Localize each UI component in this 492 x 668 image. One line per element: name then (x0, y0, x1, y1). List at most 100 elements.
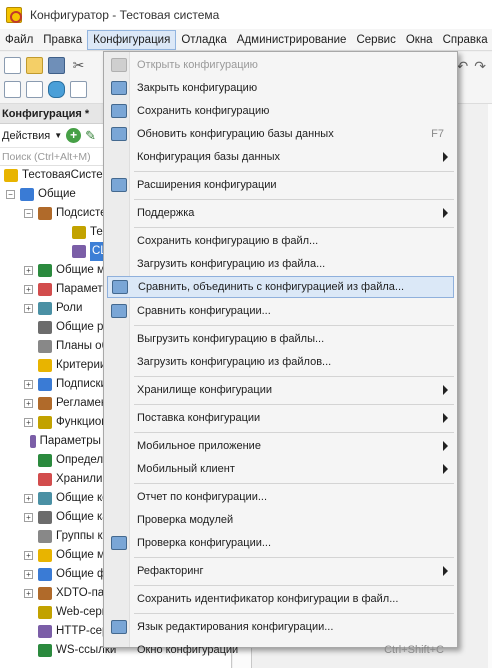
menu-item[interactable]: Сравнить конфигурации... (107, 300, 454, 322)
menu-separator (134, 325, 454, 326)
expand-toggle-icon[interactable]: + (24, 285, 33, 294)
menu-item-label: Язык редактирования конфигурации... (137, 621, 334, 633)
menu-item[interactable]: Расширения конфигурации (107, 174, 454, 196)
menu-item[interactable]: Конфигурация (87, 29, 177, 50)
menu-item-label: Сравнить конфигурации... (137, 305, 271, 317)
properties-icon[interactable] (70, 81, 87, 98)
close-config-icon (111, 81, 127, 95)
menu-item-shortcut: F7 (431, 128, 444, 140)
new-document-icon[interactable] (4, 57, 21, 74)
submenu-arrow-icon (443, 208, 448, 218)
extensions-icon (111, 178, 127, 192)
tree-node-label: Общие (38, 188, 76, 200)
menu-item-label: Мобильное приложение (137, 440, 261, 452)
menu-separator (134, 227, 454, 228)
configuration-menu: Открыть конфигурацию Закрыть конфигурацию… (103, 51, 458, 656)
menu-item[interactable]: Хранилище конфигурации (107, 379, 454, 401)
menu-item-label: Расширения конфигурации (137, 179, 277, 191)
menu-item[interactable]: Отладка (176, 30, 231, 50)
expand-toggle-icon[interactable]: − (24, 209, 33, 218)
menu-item-label: Открыть конфигурацию (137, 59, 258, 71)
common-attributes-icon (38, 321, 52, 334)
fo-params-icon (29, 435, 36, 448)
menu-item-label: Закрыть конфигурацию (137, 82, 258, 94)
menu-separator (134, 557, 454, 558)
menu-item[interactable]: Правка (38, 30, 87, 50)
menu-item[interactable]: Конфигурация базы данных (107, 146, 454, 168)
menu-item[interactable]: Закрыть конфигурацию (107, 77, 454, 99)
menu-item-label: Загрузить конфигурацию из файла... (137, 258, 326, 270)
expand-toggle-icon[interactable]: + (24, 589, 33, 598)
expand-toggle-icon[interactable]: − (6, 190, 15, 199)
menu-item[interactable]: Поддержка (107, 202, 454, 224)
filter-criteria-icon (38, 359, 52, 372)
menu-item[interactable]: Администрирование (232, 30, 352, 50)
xdto-icon (38, 587, 52, 600)
redo-icon[interactable]: ↷ (474, 58, 486, 75)
expand-toggle-icon[interactable]: + (24, 304, 33, 313)
menu-item-label: Хранилище конфигурации (137, 384, 272, 396)
menu-item[interactable]: Окно конфигурации Ctrl+Shift+C (107, 639, 454, 661)
menu-item[interactable]: Обновить конфигурацию базы данных F7 (107, 123, 454, 145)
expand-toggle-icon[interactable]: + (24, 266, 33, 275)
defined-types-icon (38, 454, 52, 467)
check-config-icon (111, 536, 127, 550)
exchange-plans-icon (38, 340, 52, 353)
menu-item-label: Выгрузить конфигурацию в файлы... (137, 333, 325, 345)
expand-toggle-icon[interactable]: + (24, 418, 33, 427)
expand-toggle-icon[interactable]: + (24, 551, 33, 560)
save-config-icon (111, 104, 127, 118)
cut-icon[interactable]: ✂ (70, 57, 87, 74)
update-db-icon[interactable] (48, 81, 65, 98)
menu-item[interactable]: Сохранить идентификатор конфигурации в ф… (107, 588, 454, 610)
menu-item[interactable]: Сервис (351, 30, 400, 50)
save-icon[interactable] (48, 57, 65, 74)
submenu-arrow-icon (443, 385, 448, 395)
chevron-down-icon[interactable]: ▼ (54, 131, 62, 140)
undo-icon[interactable]: ↶ (457, 58, 469, 75)
menu-item-label: Окно конфигурации (137, 644, 239, 656)
submenu-arrow-icon (443, 413, 448, 423)
config-tree-icon[interactable] (4, 81, 21, 98)
menu-item[interactable]: Сохранить конфигурацию (107, 100, 454, 122)
menu-item[interactable]: Проверка модулей (107, 509, 454, 531)
menu-item[interactable]: Рефакторинг (107, 560, 454, 582)
menu-item[interactable]: Проверка конфигурации... (107, 532, 454, 554)
menu-item[interactable]: Загрузить конфигурацию из файла... (107, 253, 454, 275)
menu-item[interactable]: Файл (0, 30, 38, 50)
compare-icon (111, 304, 127, 318)
menu-item-label: Обновить конфигурацию базы данных (137, 128, 334, 140)
menu-item[interactable]: Открыть конфигурацию (107, 54, 454, 76)
compare-icon[interactable] (26, 81, 43, 98)
menu-item[interactable]: Язык редактирования конфигурации... (107, 616, 454, 638)
expand-toggle-icon[interactable]: + (24, 494, 33, 503)
menu-item[interactable]: Окна (401, 30, 438, 50)
menu-separator (134, 171, 454, 172)
expand-toggle-icon[interactable]: + (24, 570, 33, 579)
menu-item[interactable]: Справка (438, 30, 492, 50)
menu-item[interactable]: Загрузить конфигурацию из файлов... (107, 351, 454, 373)
menu-item[interactable]: Сохранить конфигурацию в файл... (107, 230, 454, 252)
menu-separator (134, 404, 454, 405)
edit-icon[interactable]: ✎ (85, 128, 96, 144)
common-modules-icon (38, 264, 52, 277)
menu-item[interactable]: Сравнить, объединить с конфигурацией из … (107, 276, 454, 298)
menu-item[interactable]: Мобильное приложение (107, 435, 454, 457)
menu-item-label: Сохранить конфигурацию в файл... (137, 235, 319, 247)
add-icon[interactable]: + (66, 128, 82, 143)
open-folder-icon[interactable] (26, 57, 43, 74)
common-templates-icon (38, 549, 52, 562)
menu-item[interactable]: Отчет по конфигурации... (107, 486, 454, 508)
menu-item[interactable]: Поставка конфигурации (107, 407, 454, 429)
tree-node-label: Роли (56, 302, 83, 314)
functional-options-icon (38, 416, 52, 429)
menu-separator (134, 376, 454, 377)
menu-bar: Файл Правка Конфигурация Отладка Администрир… (0, 29, 492, 51)
expand-toggle-icon[interactable]: + (24, 380, 33, 389)
actions-menu[interactable]: Действия (2, 130, 50, 142)
expand-toggle-icon[interactable]: + (24, 399, 33, 408)
menu-item[interactable]: Мобильный клиент (107, 458, 454, 480)
menu-item[interactable]: Выгрузить конфигурацию в файлы... (107, 328, 454, 350)
command-groups-icon (38, 530, 52, 543)
expand-toggle-icon[interactable]: + (24, 513, 33, 522)
